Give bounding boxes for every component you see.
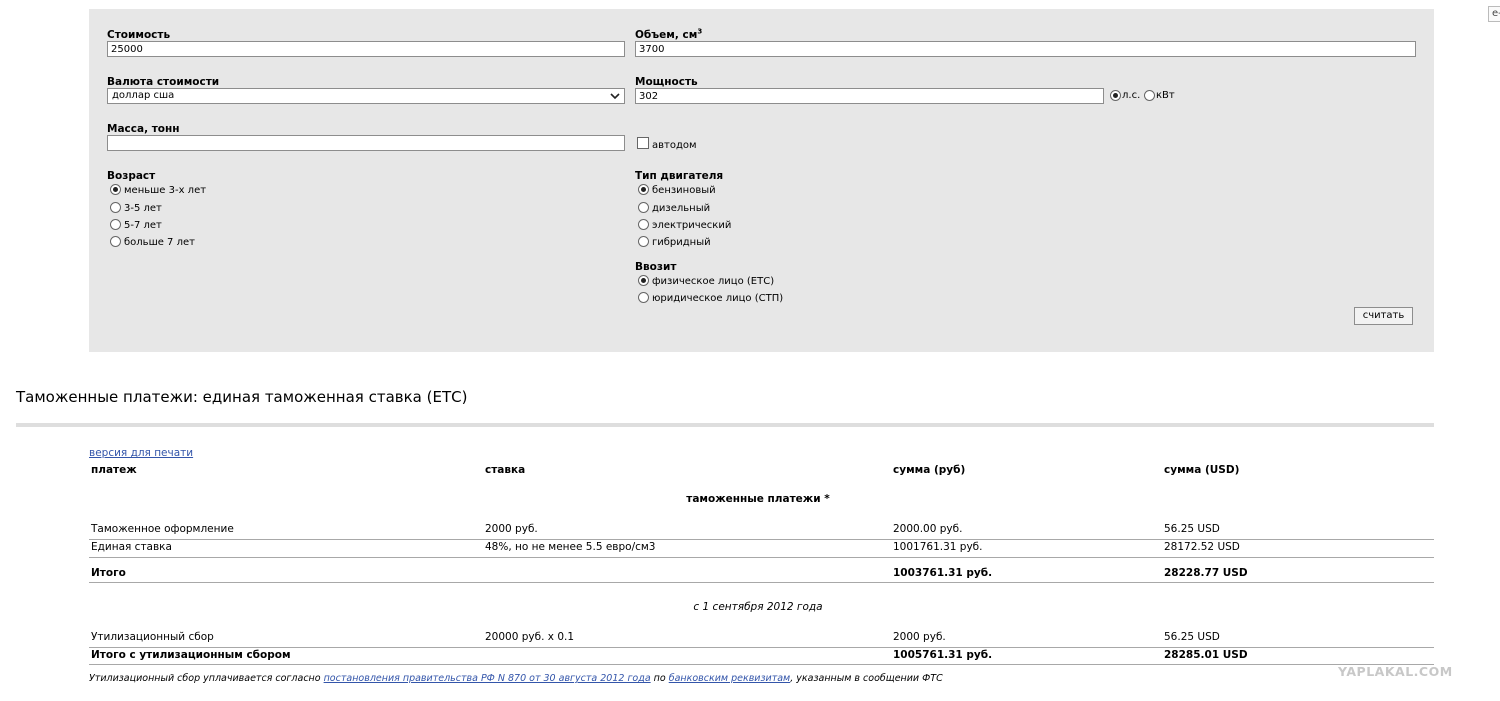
engine-option-label-3: гибридный: [652, 237, 711, 248]
engine-type-label: Тип двигателя: [635, 170, 724, 182]
results-separator: [16, 423, 1434, 427]
corner-stub[interactable]: e-: [1488, 6, 1500, 22]
row-customs-clearance-usd: 56.25 USD: [1164, 523, 1220, 535]
engine-option-radio-3[interactable]: [638, 236, 649, 247]
row-recycling-fee-rub: 2000 руб.: [893, 631, 946, 643]
chevron-down-icon: [610, 93, 620, 100]
volume-label: Объем, см3: [635, 27, 703, 41]
row-divider: [89, 539, 1434, 540]
engine-option-radio-0[interactable]: [638, 184, 649, 195]
row-recycling-fee-rate: 20000 руб. х 0.1: [485, 631, 575, 643]
row-total-usd: 28228.77 USD: [1164, 567, 1248, 579]
engine-option-radio-2[interactable]: [638, 219, 649, 230]
row-customs-clearance-rate: 2000 руб.: [485, 523, 538, 535]
col-header-payment: платеж: [91, 464, 137, 476]
row-unified-rate-name: Единая ставка: [91, 541, 172, 553]
engine-option-label-2: электрический: [652, 220, 732, 231]
row-total-with-fee-rub: 1005761.31 руб.: [893, 649, 993, 661]
currency-label: Валюта стоимости: [107, 76, 220, 88]
row-unified-rate-rub: 1001761.31 руб.: [893, 541, 983, 553]
row-customs-clearance-rub: 2000.00 руб.: [893, 523, 963, 535]
row-recycling-fee-name: Утилизационный сбор: [91, 631, 214, 643]
watermark-logo: YAPLAKAL.COM: [1338, 664, 1453, 679]
row-total-rub: 1003761.31 руб.: [893, 567, 993, 579]
volume-label-sup: 3: [697, 27, 703, 36]
volume-input[interactable]: [635, 41, 1416, 57]
row-divider: [89, 647, 1434, 648]
row-total-with-fee-usd: 28285.01 USD: [1164, 649, 1248, 661]
age-option-radio-2[interactable]: [110, 219, 121, 230]
row-divider: [89, 557, 1434, 558]
importer-option-radio-1[interactable]: [638, 292, 649, 303]
engine-option-label-0: бензиновый: [652, 185, 716, 196]
engine-option-label-1: дизельный: [652, 203, 711, 214]
importer-option-label-0: физическое лицо (ЕТС): [652, 276, 775, 287]
power-input[interactable]: [635, 88, 1104, 104]
col-header-rate: ставка: [485, 464, 526, 476]
engine-option-radio-1[interactable]: [638, 202, 649, 213]
col-header-sum-rub: сумма (руб): [893, 464, 966, 476]
print-version-link[interactable]: версия для печати: [89, 447, 193, 459]
mass-label: Масса, тонн: [107, 123, 180, 135]
power-unit-kw-radio[interactable]: [1144, 90, 1155, 101]
importer-option-radio-0[interactable]: [638, 275, 649, 286]
power-label: Мощность: [635, 76, 698, 88]
government-decree-link[interactable]: постановления правительства РФ N 870 от …: [324, 673, 651, 684]
age-option-label-3: больше 7 лет: [124, 237, 195, 248]
col-header-sum-usd: сумма (USD): [1164, 464, 1240, 476]
calculate-button[interactable]: считать: [1354, 307, 1413, 325]
mass-input[interactable]: [107, 135, 625, 151]
age-label: Возраст: [107, 170, 156, 182]
section-since-2012: с 1 сентября 2012 года: [693, 601, 823, 613]
power-unit-hp-radio[interactable]: [1110, 90, 1121, 101]
age-option-radio-3[interactable]: [110, 236, 121, 247]
age-option-radio-0[interactable]: [110, 184, 121, 195]
power-unit-hp-label: л.с.: [1122, 90, 1141, 101]
power-unit-kw-label: кВт: [1156, 90, 1175, 101]
recycling-fee-footnote: Утилизационный сбор уплачивается согласн…: [89, 673, 943, 685]
volume-label-text: Объем, см: [635, 29, 698, 41]
section-customs-payments: таможенные платежи *: [686, 493, 830, 505]
age-option-label-0: меньше 3-х лет: [124, 185, 207, 196]
row-unified-rate-rate: 48%, но не менее 5.5 евро/см3: [485, 541, 656, 553]
age-option-label-1: 3-5 лет: [124, 203, 162, 214]
row-recycling-fee-usd: 56.25 USD: [1164, 631, 1220, 643]
row-unified-rate-usd: 28172.52 USD: [1164, 541, 1240, 553]
footnote-text-2: по: [650, 673, 669, 684]
row-customs-clearance-name: Таможенное оформление: [91, 523, 234, 535]
age-option-radio-1[interactable]: [110, 202, 121, 213]
row-divider: [89, 664, 1434, 665]
cost-label: Стоимость: [107, 29, 171, 41]
footnote-text-3: , указанным в сообщении ФТС: [790, 673, 943, 684]
bank-details-link[interactable]: банковским реквизитам: [669, 673, 791, 684]
cost-input[interactable]: [107, 41, 625, 57]
row-total-with-fee-name: Итого с утилизационным сбором: [91, 649, 291, 661]
currency-selected-value: доллар сша: [112, 90, 175, 101]
footnote-text-1: Утилизационный сбор уплачивается согласн…: [89, 673, 324, 684]
results-title: Таможенные платежи: единая таможенная ст…: [16, 388, 468, 406]
importer-option-label-1: юридическое лицо (СТП): [652, 293, 784, 304]
motorhome-checkbox[interactable]: [637, 137, 649, 149]
row-total-name: Итого: [91, 567, 126, 579]
calculator-form: Стоимость Объем, см3 Валюта стоимости до…: [89, 9, 1434, 352]
importer-label: Ввозит: [635, 261, 677, 273]
age-option-label-2: 5-7 лет: [124, 220, 162, 231]
currency-select[interactable]: доллар сша: [107, 88, 625, 104]
motorhome-label: автодом: [652, 140, 697, 151]
page: e- Стоимость Объем, см3 Валюта стоимости…: [0, 0, 1500, 701]
row-divider: [89, 582, 1434, 583]
